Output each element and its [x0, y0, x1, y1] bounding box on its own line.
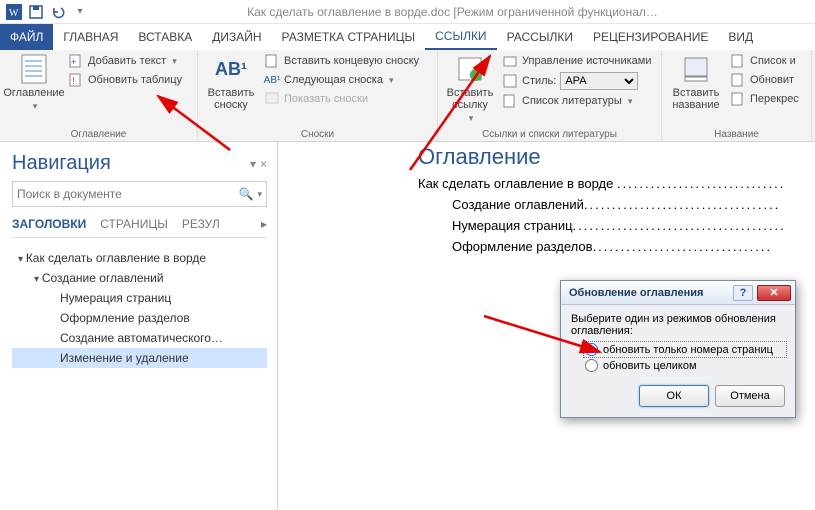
- nav-tab-pages[interactable]: СТРАНИЦЫ: [100, 217, 168, 231]
- toc-icon: [18, 53, 50, 85]
- add-text-button[interactable]: + Добавить текст▾: [68, 53, 182, 69]
- dialog-prompt: Выберите один из режимов обновления огла…: [571, 313, 785, 337]
- show-notes-button[interactable]: Показать сноски: [264, 91, 419, 107]
- tab-review[interactable]: РЕЦЕНЗИРОВАНИЕ: [583, 24, 718, 50]
- nav-tab-headings[interactable]: ЗАГОЛОВКИ: [12, 217, 86, 231]
- window-title: Как сделать оглавление в ворде.doc [Режи…: [90, 5, 815, 19]
- cross-reference-button[interactable]: Перекрес: [730, 91, 799, 107]
- svg-text:✓: ✓: [473, 71, 481, 82]
- style-icon: [502, 73, 518, 89]
- group-label-citations: Ссылки и списки литературы: [444, 129, 655, 140]
- tree-item[interactable]: Создание оглавлений: [12, 268, 267, 288]
- nav-tab-results[interactable]: РЕЗУЛ: [182, 217, 220, 231]
- save-icon[interactable]: [26, 2, 46, 22]
- insert-caption-label: Вставить название: [668, 87, 724, 111]
- bibliography-icon: [502, 93, 518, 109]
- navigation-pane: Навигация ▾ × 🔍 ▾ ЗАГОЛОВКИ СТРАНИЦЫ РЕЗ…: [0, 142, 278, 510]
- update-icon: [730, 72, 746, 88]
- toc-line[interactable]: Нумерация страниц: [452, 218, 573, 233]
- next-footnote-button[interactable]: AB¹ Следующая сноска▾: [264, 72, 419, 88]
- tree-item[interactable]: Нумерация страниц: [12, 288, 267, 308]
- tab-view[interactable]: ВИД: [718, 24, 763, 50]
- headings-tree: Как сделать оглавление в ворде Создание …: [12, 248, 267, 368]
- crossref-icon: [730, 91, 746, 107]
- svg-text:+: +: [71, 57, 76, 67]
- undo-icon[interactable]: [48, 2, 68, 22]
- group-label-captions: Название: [668, 129, 805, 140]
- tab-mailings[interactable]: РАССЫЛКИ: [497, 24, 583, 50]
- citation-style-select[interactable]: APA: [560, 72, 638, 90]
- ribbon-tabs: ФАЙЛ ГЛАВНАЯ ВСТАВКА ДИЗАЙН РАЗМЕТКА СТР…: [0, 24, 815, 50]
- tab-file[interactable]: ФАЙЛ: [0, 24, 53, 50]
- table-of-figures-button[interactable]: Список и: [730, 53, 799, 69]
- style-row: Стиль: APA: [502, 72, 651, 90]
- radio-input[interactable]: [585, 359, 598, 372]
- group-label-toc: Оглавление: [6, 129, 191, 140]
- manage-sources-button[interactable]: Управление источниками: [502, 53, 651, 69]
- radio-input[interactable]: [585, 343, 598, 356]
- tree-item-selected[interactable]: Изменение и удаление: [12, 348, 267, 368]
- tab-references[interactable]: ССЫЛКИ: [425, 24, 496, 50]
- show-notes-icon: [264, 91, 280, 107]
- insert-caption-button[interactable]: Вставить название: [668, 53, 724, 111]
- radio-update-page-numbers[interactable]: обновить только номера страниц: [585, 343, 785, 356]
- nav-close-icon[interactable]: ×: [260, 157, 267, 171]
- dialog-close-button[interactable]: ✕: [757, 285, 791, 301]
- tree-item[interactable]: Как сделать оглавление в ворде: [12, 248, 267, 268]
- insert-footnote-label: Вставить сноску: [204, 87, 258, 111]
- add-text-icon: +: [68, 53, 84, 69]
- tab-home[interactable]: ГЛАВНАЯ: [53, 24, 128, 50]
- word-logo-icon: W: [4, 2, 24, 22]
- nav-dropdown-icon[interactable]: ▾: [250, 157, 256, 171]
- search-box[interactable]: 🔍 ▾: [12, 181, 267, 207]
- ok-button[interactable]: ОК: [639, 385, 709, 407]
- radio-update-entire[interactable]: обновить целиком: [585, 359, 785, 372]
- update-table-button[interactable]: Обновит: [730, 72, 799, 88]
- insert-citation-label: Вставить ссылку: [444, 87, 496, 111]
- footnote-icon: AB¹: [215, 53, 247, 85]
- cancel-button[interactable]: Отмена: [715, 385, 785, 407]
- manage-sources-icon: [502, 53, 518, 69]
- group-label-footnotes: Сноски: [204, 129, 431, 140]
- toc-button[interactable]: Оглавление ▾: [6, 53, 62, 112]
- search-dropdown-icon[interactable]: ▾: [257, 189, 262, 200]
- tree-item[interactable]: Создание автоматического…: [12, 328, 267, 348]
- next-footnote-icon: AB¹: [264, 72, 280, 88]
- tree-item[interactable]: Оформление разделов: [12, 308, 267, 328]
- bibliography-button[interactable]: Список литературы▾: [502, 93, 651, 109]
- update-toc-dialog: Обновление оглавления ? ✕ Выберите один …: [560, 280, 796, 418]
- doc-toc-heading: Оглавление: [418, 144, 815, 170]
- tab-insert[interactable]: ВСТАВКА: [128, 24, 202, 50]
- toc-line[interactable]: Оформление разделов: [452, 239, 593, 254]
- toc-label: Оглавление: [3, 87, 64, 99]
- citation-icon: ✓: [454, 53, 486, 85]
- nav-title: Навигация: [12, 152, 111, 175]
- insert-endnote-button[interactable]: Вставить концевую сноску: [264, 53, 419, 69]
- svg-text:W: W: [9, 8, 19, 19]
- update-toc-button[interactable]: ! Обновить таблицу: [68, 72, 182, 88]
- insert-citation-button[interactable]: ✓ Вставить ссылку ▾: [444, 53, 496, 124]
- tab-design[interactable]: ДИЗАЙН: [202, 24, 271, 50]
- toc-line[interactable]: Как сделать оглавление в ворде: [418, 176, 613, 191]
- toc-line[interactable]: Создание оглавлений: [452, 197, 584, 212]
- qat-more-icon[interactable]: ▾: [70, 2, 90, 22]
- list-icon: [730, 53, 746, 69]
- dialog-help-button[interactable]: ?: [733, 285, 753, 301]
- insert-footnote-button[interactable]: AB¹ Вставить сноску: [204, 53, 258, 111]
- svg-text:!: !: [72, 76, 75, 87]
- update-toc-icon: !: [68, 72, 84, 88]
- endnote-icon: [264, 53, 280, 69]
- caption-icon: [680, 53, 712, 85]
- search-icon[interactable]: 🔍: [239, 187, 254, 201]
- dialog-title-text: Обновление оглавления: [569, 287, 703, 299]
- search-input[interactable]: [17, 187, 239, 201]
- tab-layout[interactable]: РАЗМЕТКА СТРАНИЦЫ: [272, 24, 426, 50]
- chevron-down-icon: ▾: [33, 101, 38, 112]
- nav-tabs-more-icon[interactable]: ▸: [261, 217, 267, 231]
